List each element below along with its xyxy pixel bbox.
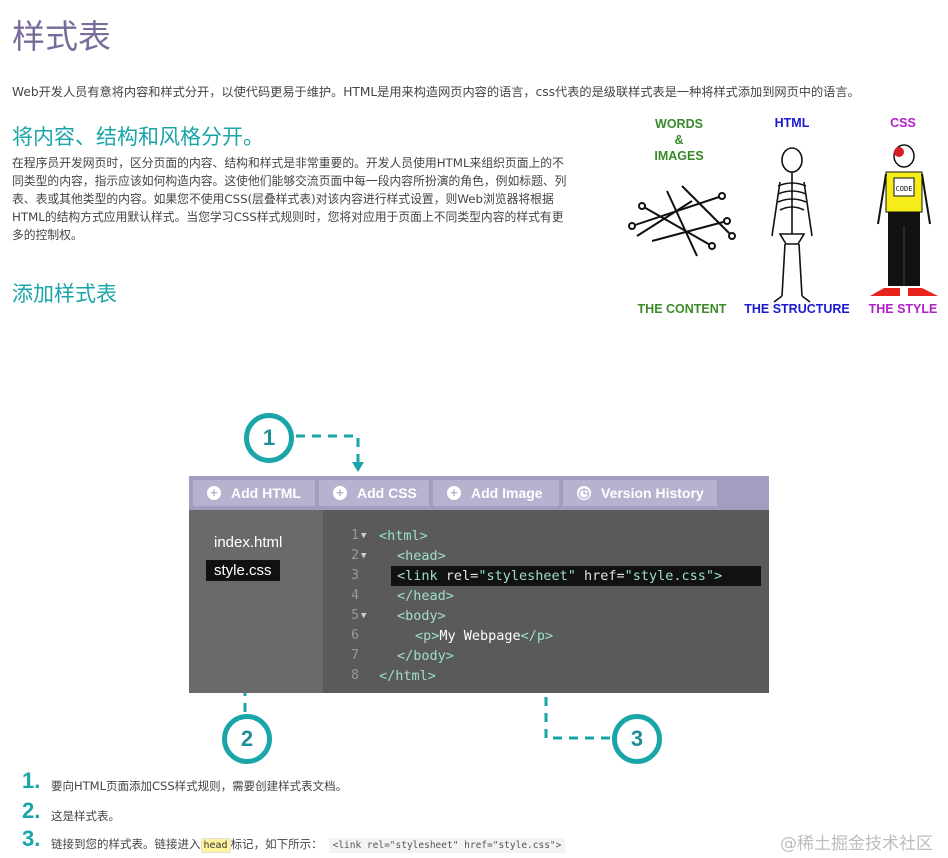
line-number: 6 bbox=[351, 628, 359, 643]
caption-content: THE CONTENT bbox=[637, 302, 727, 316]
callout-3: 3 bbox=[612, 714, 662, 764]
plus-icon: + bbox=[207, 486, 221, 500]
section-heading-add-stylesheet: 添加样式表 bbox=[12, 282, 117, 306]
code-text: <body> bbox=[397, 608, 446, 624]
section-paragraph: 在程序员开发网页时，区分页面的内容、结构和样式是非常重要的。开发人员使用HTML… bbox=[12, 156, 567, 242]
add-image-button[interactable]: + Add Image bbox=[433, 480, 559, 506]
step-text-before: 链接到您的样式表。链接进入 bbox=[51, 837, 201, 851]
plus-icon: + bbox=[333, 486, 347, 500]
line-number: 5 bbox=[351, 608, 359, 623]
code-text: <head> bbox=[397, 548, 446, 564]
callout-2: 2 bbox=[222, 714, 272, 764]
head-tag-code: head bbox=[200, 838, 231, 853]
code-text: <p>My Webpage</p> bbox=[415, 626, 553, 646]
code-line: 5 ▼ <body> bbox=[323, 606, 769, 626]
code-text: <link rel="stylesheet" href="style.css"> bbox=[397, 568, 723, 584]
version-history-label: Version History bbox=[601, 485, 704, 501]
version-history-button[interactable]: ◷ Version History bbox=[563, 480, 717, 506]
code-line-highlighted: 3 <link rel="stylesheet" href="style.css… bbox=[323, 566, 769, 586]
clock-icon: ◷ bbox=[577, 485, 591, 500]
step-text: 要向HTML页面添加CSS样式规则，需要创建样式表文档。 bbox=[51, 779, 348, 793]
step-number: 2. bbox=[22, 798, 41, 823]
step-number: 3. bbox=[22, 826, 41, 851]
code-token: </p> bbox=[520, 628, 554, 644]
code-line: 8 </html> bbox=[323, 666, 769, 686]
code-line: 7 </body> bbox=[323, 646, 769, 666]
code-text: </body> bbox=[397, 648, 454, 664]
code-token: href bbox=[584, 568, 617, 584]
fold-arrow-icon[interactable]: ▼ bbox=[361, 526, 366, 546]
add-image-label: Add Image bbox=[471, 485, 543, 501]
line-number: 8 bbox=[351, 668, 359, 683]
code-token: <link bbox=[397, 568, 446, 584]
code-line: 1 ▼ <html> bbox=[323, 526, 769, 546]
code-text: </head> bbox=[397, 588, 454, 604]
file-style-css[interactable]: style.css bbox=[206, 560, 280, 581]
line-number: 4 bbox=[351, 588, 359, 603]
file-list: index.html style.css bbox=[189, 510, 323, 693]
skeleton-drawings: CODE bbox=[628, 144, 938, 303]
fold-arrow-icon[interactable]: ▼ bbox=[361, 606, 366, 626]
section-heading-separate: 将内容、结构和风格分开。 bbox=[12, 125, 264, 149]
line-number: 2 bbox=[351, 548, 359, 563]
step-text: 这是样式表。 bbox=[51, 809, 120, 823]
editor-toolbar: + Add HTML + Add CSS + Add Image ◷ Versi… bbox=[189, 476, 769, 510]
line-number: 1 bbox=[351, 528, 359, 543]
caption-structure: THE STRUCTURE bbox=[744, 302, 850, 316]
link-tag-code: <link rel="stylesheet" href="style.css"> bbox=[328, 838, 566, 853]
intro-text: Web开发人员有意将内容和样式分开，以使代码更易于维护。HTML是用来构造网页内… bbox=[12, 85, 860, 99]
code-text: </html> bbox=[379, 668, 436, 684]
plus-icon: + bbox=[447, 486, 461, 500]
add-html-button[interactable]: + Add HTML bbox=[193, 480, 315, 506]
bone-pile-icon bbox=[628, 185, 736, 257]
code-token: rel bbox=[445, 568, 471, 584]
code-token: > bbox=[714, 568, 723, 584]
content-structure-style-illustration: WORDS & IMAGES HTML CSS CODE THE CONTENT… bbox=[622, 112, 946, 322]
code-token: <p> bbox=[415, 628, 440, 644]
fold-arrow-icon[interactable]: ▼ bbox=[361, 546, 366, 566]
watermark: @稀土掘金技术社区 bbox=[780, 834, 933, 854]
skeleton-icon bbox=[771, 147, 813, 303]
connector-1 bbox=[296, 434, 360, 462]
step-text: 链接到您的样式表。链接进入 head 标记，如下所示： <link rel="styl… bbox=[51, 836, 566, 853]
arrow-down-icon bbox=[352, 462, 364, 472]
styled-skeleton-icon: CODE bbox=[870, 144, 938, 296]
shirt-text: CODE bbox=[896, 185, 913, 193]
callout-1: 1 bbox=[244, 413, 294, 463]
step-number: 1. bbox=[22, 768, 41, 793]
code-editor: + Add HTML + Add CSS + Add Image ◷ Versi… bbox=[189, 476, 769, 693]
file-index-html[interactable]: index.html bbox=[206, 532, 290, 553]
code-token: "style.css" bbox=[624, 568, 715, 584]
step-text-after: 标记，如下所示： bbox=[230, 837, 323, 851]
code-line: 6 <p>My Webpage</p> bbox=[323, 626, 769, 646]
add-css-label: Add CSS bbox=[357, 485, 417, 501]
add-html-label: Add HTML bbox=[231, 485, 301, 501]
add-css-button[interactable]: + Add CSS bbox=[319, 480, 429, 506]
code-line: 4 </head> bbox=[323, 586, 769, 606]
page-title: 样式表 bbox=[12, 17, 111, 56]
code-area[interactable]: 1 ▼ <html> 2 ▼ <head> 3 <link rel="style… bbox=[323, 510, 769, 693]
caption-style: THE STYLE bbox=[868, 302, 938, 316]
line-number: 3 bbox=[351, 568, 359, 583]
code-token: "stylesheet" bbox=[478, 568, 576, 584]
code-token: My Webpage bbox=[439, 628, 521, 644]
code-line: 2 ▼ <head> bbox=[323, 546, 769, 566]
code-text: <html> bbox=[379, 528, 428, 544]
line-number: 7 bbox=[351, 648, 359, 663]
